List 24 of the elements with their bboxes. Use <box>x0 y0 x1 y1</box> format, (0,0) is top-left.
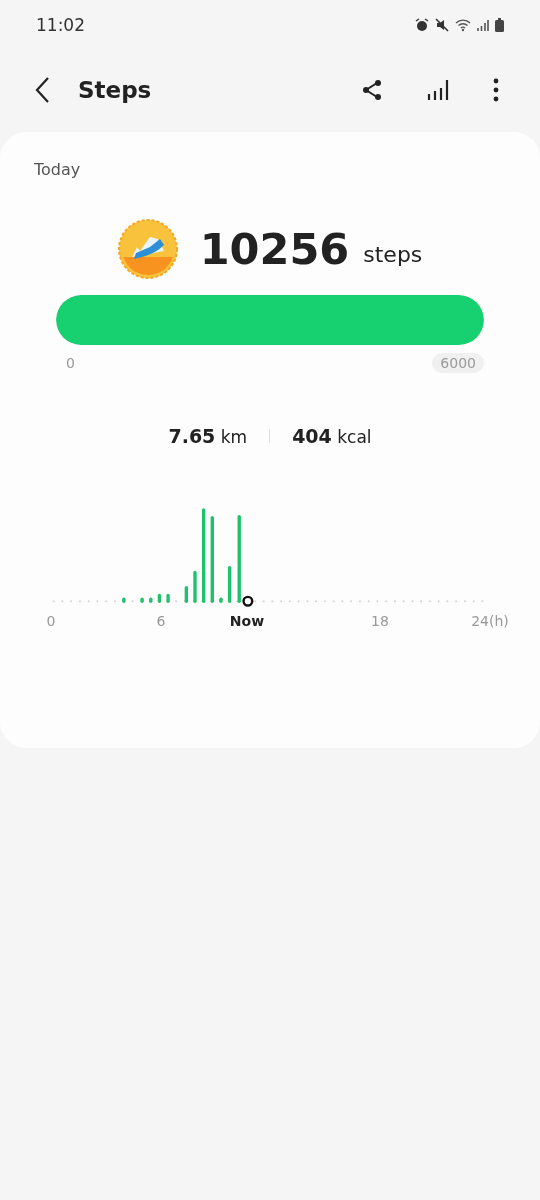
step-count: 10256 <box>199 224 350 274</box>
badge-icon <box>117 219 178 279</box>
mute-icon <box>435 18 449 32</box>
wifi-icon <box>455 18 471 32</box>
period-label: Today <box>34 160 81 179</box>
signal-icon <box>477 18 489 32</box>
page-title: Steps <box>78 77 153 103</box>
stat-value: 404 kcal <box>292 425 372 447</box>
alarm-icon <box>415 18 429 32</box>
chart-icon[interactable] <box>426 78 450 102</box>
time-axis-label: 6 <box>155 613 167 629</box>
time-axis-label: Now <box>228 613 266 629</box>
time-axis-label: 24(h) <box>470 613 510 629</box>
back-icon[interactable] <box>34 76 50 104</box>
step-unit: steps <box>363 241 423 267</box>
battery-icon <box>495 18 504 32</box>
stat-value: 7.65 km <box>168 425 248 447</box>
time-axis-label: 18 <box>370 613 390 629</box>
time-axis-label: 0 <box>45 613 57 629</box>
scale-min: 0 <box>66 355 75 371</box>
target-label: 6000 <box>432 353 484 373</box>
share-icon[interactable] <box>360 78 384 102</box>
status-time: 11:02 <box>36 15 85 35</box>
more-icon[interactable] <box>492 78 500 102</box>
